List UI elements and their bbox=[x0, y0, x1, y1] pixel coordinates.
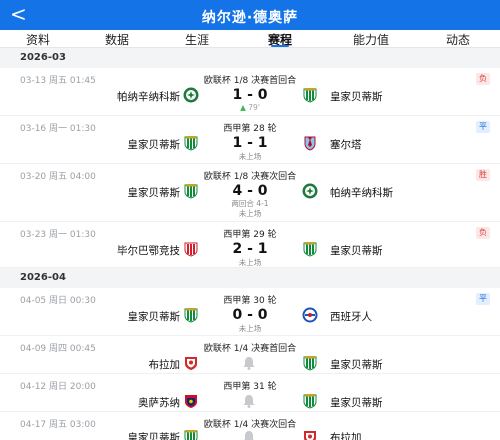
result-badge: 平 bbox=[476, 293, 490, 305]
athletic-bilbao-logo-icon bbox=[184, 242, 198, 257]
match-score: 0 - 0 bbox=[232, 307, 268, 323]
home-team: 奥萨苏纳 bbox=[138, 397, 180, 409]
betis-logo-icon bbox=[303, 394, 317, 409]
match-row[interactable]: 03-13 周五 01:45 欧联杯 1/8 决赛首回合 负 帕纳辛纳科斯 1 … bbox=[0, 68, 500, 116]
bell-icon[interactable] bbox=[241, 393, 257, 409]
match-row[interactable]: 04-09 周四 00:45 欧联杯 1/4 决赛首回合 布拉加 皇家贝蒂斯 bbox=[0, 336, 500, 374]
away-team: 塞尔塔 bbox=[330, 139, 362, 151]
match-row[interactable]: 04-17 周五 03:00 欧联杯 1/4 决赛次回合 皇家贝蒂斯 布拉加 bbox=[0, 412, 500, 440]
appearance-status: 未上场 bbox=[238, 152, 262, 161]
appearance-status: 未上场 bbox=[238, 258, 262, 267]
home-team: 布拉加 bbox=[148, 359, 181, 371]
betis-logo-icon bbox=[184, 430, 198, 440]
top-bar: < 纳尔逊·德奥萨 bbox=[0, 0, 500, 30]
home-team: 皇家贝蒂斯 bbox=[127, 432, 181, 440]
match-score: 1 - 1 bbox=[232, 135, 268, 151]
betis-logo-icon bbox=[184, 308, 198, 323]
home-team: 帕纳辛纳科斯 bbox=[117, 91, 180, 103]
sub-in-icon: ▲ bbox=[240, 103, 246, 112]
away-team: 皇家贝蒂斯 bbox=[330, 397, 383, 409]
tab-stats[interactable]: 数据 bbox=[105, 31, 129, 48]
bell-icon[interactable] bbox=[241, 429, 257, 440]
match-row[interactable]: 03-16 周一 01:30 西甲第 28 轮 平 皇家贝蒂斯 1 - 1 塞尔… bbox=[0, 116, 500, 164]
away-team: 皇家贝蒂斯 bbox=[330, 91, 383, 103]
appearance-status: 未上场 bbox=[238, 324, 262, 333]
match-competition: 西甲第 30 轮 bbox=[223, 296, 277, 306]
match-row[interactable]: 03-20 周五 04:00 欧联杯 1/8 决赛次回合 胜 皇家贝蒂斯 4 -… bbox=[0, 164, 500, 222]
home-team: 皇家贝蒂斯 bbox=[127, 311, 181, 323]
osasuna-logo-icon bbox=[185, 395, 197, 408]
month-header: 2026-04 bbox=[0, 268, 500, 288]
home-team: 毕尔巴鄂竞技 bbox=[117, 245, 180, 257]
braga-logo-icon bbox=[304, 431, 316, 440]
tab-news[interactable]: 动态 bbox=[446, 31, 470, 48]
month-label: 2026-03 bbox=[20, 52, 66, 63]
result-badge: 负 bbox=[476, 73, 490, 85]
betis-logo-icon bbox=[184, 184, 198, 199]
month-label: 2026-04 bbox=[20, 272, 66, 283]
panathinaikos-logo-icon bbox=[183, 87, 199, 103]
match-competition: 西甲第 31 轮 bbox=[223, 382, 277, 392]
celta-logo-icon bbox=[304, 136, 316, 151]
betis-logo-icon bbox=[184, 136, 198, 151]
month-header: 2026-03 bbox=[0, 48, 500, 68]
page-title: 纳尔逊·德奥萨 bbox=[201, 10, 299, 26]
tab-career[interactable]: 生涯 bbox=[185, 31, 209, 48]
appearance-status: 未上场 bbox=[238, 209, 262, 218]
match-competition: 西甲第 29 轮 bbox=[223, 230, 277, 240]
result-badge: 负 bbox=[476, 227, 490, 239]
match-row[interactable]: 04-12 周日 20:00 西甲第 31 轮 奥萨苏纳 皇家贝蒂斯 bbox=[0, 374, 500, 412]
panathinaikos-logo-icon bbox=[302, 183, 318, 199]
away-team: 皇家贝蒂斯 bbox=[330, 245, 383, 257]
away-team: 皇家贝蒂斯 bbox=[330, 359, 383, 371]
away-team: 布拉加 bbox=[330, 432, 362, 440]
active-tab-indicator bbox=[271, 45, 289, 47]
tab-bar: 资料 数据 生涯 赛程 能力值 动态 bbox=[0, 30, 500, 48]
minutes-played: ▲ 79' bbox=[240, 103, 260, 112]
betis-logo-icon bbox=[303, 242, 317, 257]
bell-icon[interactable] bbox=[241, 355, 257, 371]
betis-logo-icon bbox=[303, 356, 317, 371]
match-score: 4 - 0 bbox=[232, 183, 268, 199]
home-team: 皇家贝蒂斯 bbox=[127, 139, 181, 151]
betis-logo-icon bbox=[303, 88, 317, 103]
match-row[interactable]: 03-23 周一 01:30 西甲第 29 轮 负 毕尔巴鄂竞技 2 - 1 皇… bbox=[0, 222, 500, 268]
match-competition: 西甲第 28 轮 bbox=[223, 124, 277, 134]
result-badge: 胜 bbox=[476, 169, 490, 181]
match-score: 1 - 0 bbox=[232, 87, 268, 103]
braga-logo-icon bbox=[185, 357, 197, 370]
match-score: 2 - 1 bbox=[232, 241, 268, 257]
result-badge: 平 bbox=[476, 121, 490, 133]
match-competition: 欧联杯 1/8 决赛首回合 bbox=[203, 76, 297, 86]
espanyol-logo-icon bbox=[302, 307, 318, 323]
away-team: 西班牙人 bbox=[330, 311, 372, 323]
match-competition: 欧联杯 1/8 决赛次回合 bbox=[203, 172, 297, 182]
tab-profile[interactable]: 资料 bbox=[26, 31, 50, 48]
match-competition: 欧联杯 1/4 决赛首回合 bbox=[203, 344, 297, 354]
match-row[interactable]: 04-05 周日 00:30 西甲第 30 轮 平 皇家贝蒂斯 0 - 0 西班… bbox=[0, 288, 500, 336]
tab-ratings[interactable]: 能力值 bbox=[353, 31, 389, 48]
